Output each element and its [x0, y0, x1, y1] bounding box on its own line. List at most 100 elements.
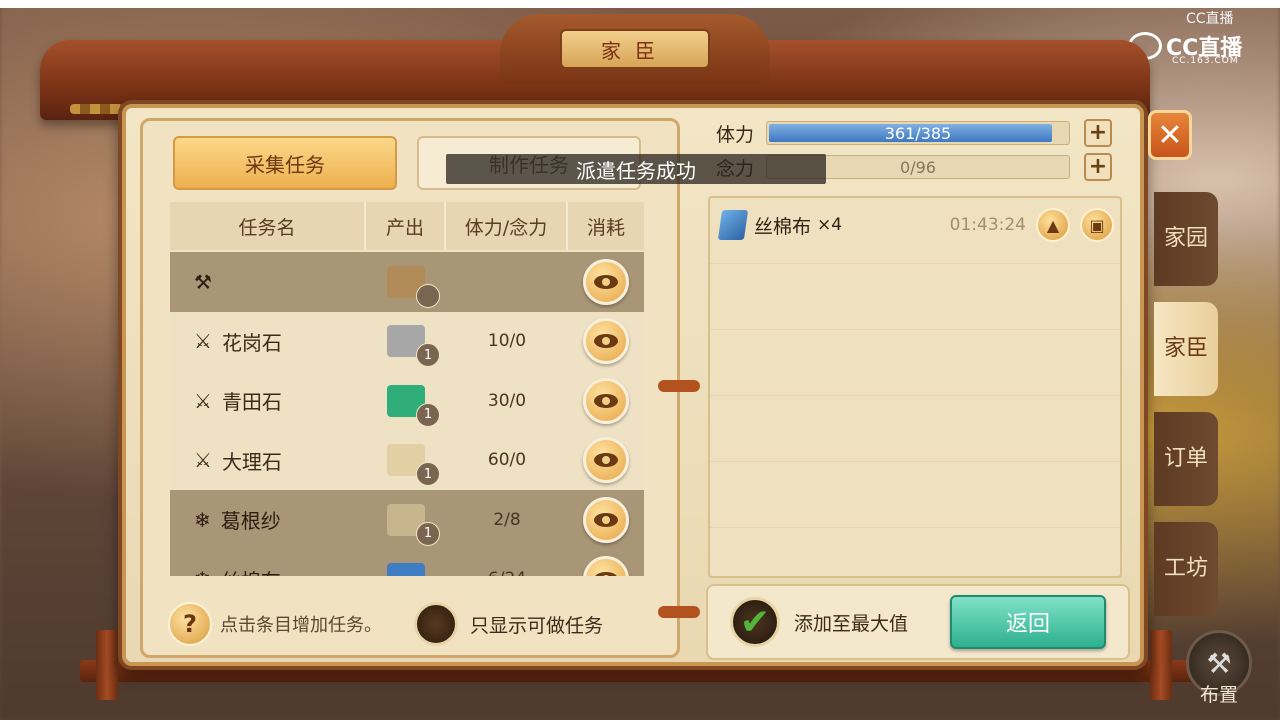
side-tab-retainers[interactable]: 家臣 — [1154, 302, 1218, 396]
task-name-cell: ⚔ 青田石 — [170, 386, 366, 415]
task-name: 大理石 — [221, 449, 282, 474]
side-tab-label: 家臣 — [1163, 336, 1208, 361]
cost-cell — [568, 318, 644, 365]
cost-cell — [568, 258, 644, 305]
cost-cell — [568, 556, 644, 576]
side-tab-label: 工坊 — [1163, 556, 1208, 581]
stamina-row: 体力 361/385 + — [708, 118, 1112, 148]
stamina-mind-cost: 2/8 — [493, 509, 521, 530]
arrow-up-icon: ▲ — [1046, 215, 1060, 235]
filter-label: 只显示可做任务 — [470, 614, 604, 637]
side-tab-home[interactable]: 家园 — [1154, 192, 1218, 286]
queue-item-timer: 01:43:24 — [949, 215, 1026, 235]
left-footer: ? 点击条目增加任务。 只显示可做任务 — [168, 600, 658, 648]
stamina-mind-cost: 10/0 — [487, 331, 527, 352]
cost-cell — [568, 437, 644, 484]
header-task-name: 任务名 — [170, 202, 366, 250]
output-count-badge — [416, 283, 440, 308]
header-stamina-mind: 体力/念力 — [446, 202, 568, 250]
watermark-url: CC.163.COM — [1172, 56, 1239, 66]
stamina-mind-cost: 6/24 — [446, 569, 568, 576]
stamina-label: 体力 — [716, 123, 755, 146]
max-label: 添加至最大值 — [794, 612, 909, 635]
table-row[interactable]: ⚒ — [170, 252, 644, 312]
output-count-badge: 1 — [416, 521, 440, 546]
side-tab-label: 家园 — [1163, 226, 1208, 251]
toast-message: 派遣任务成功 — [446, 154, 826, 184]
cost-cell — [568, 377, 644, 424]
close-button[interactable]: ✕ — [1148, 110, 1192, 160]
view-button[interactable] — [583, 318, 629, 365]
max-checkbox[interactable]: ✔ — [730, 597, 780, 647]
task-name: 花岗石 — [221, 330, 282, 355]
stamina-value: 361/385 — [884, 123, 952, 143]
output-cell: 1 — [366, 431, 446, 491]
pickaxe-icon: ⚔ — [194, 329, 212, 354]
stamina-mind-cost: 60/0 — [487, 450, 527, 471]
task-name-cell: ⚔ 大理石 — [170, 446, 366, 475]
task-name-cell: ⚒ — [170, 270, 366, 294]
view-button[interactable] — [583, 377, 629, 424]
anvil-icon: ⚒ — [194, 269, 212, 294]
output-cell — [366, 550, 446, 576]
output-cell: 1 — [366, 490, 446, 550]
side-tab-orders[interactable]: 订单 — [1154, 412, 1218, 506]
header-output: 产出 — [366, 202, 446, 250]
add-stamina-button[interactable]: + — [1084, 119, 1112, 147]
page-title: 家臣 — [560, 29, 710, 69]
queue-item-name: 丝棉布 — [754, 215, 812, 238]
output-cell: 1 — [366, 312, 446, 372]
table-row[interactable]: ⚔ 花岗石 1 10/0 — [170, 311, 644, 372]
eye-icon — [594, 393, 618, 408]
table-row[interactable]: ⚔ 青田石 1 30/0 — [170, 371, 644, 431]
help-button[interactable]: ? — [168, 602, 212, 646]
build-label: 布置 — [1200, 684, 1239, 706]
view-button[interactable] — [583, 258, 629, 305]
output-count-badge: 1 — [416, 402, 440, 427]
stamina-mind-cost: 30/0 — [487, 390, 527, 411]
stamina-bar: 361/385 — [766, 121, 1070, 145]
side-tab-label: 订单 — [1163, 446, 1208, 471]
queue-item-count: ×4 — [817, 215, 843, 235]
delete-task-button[interactable]: ▣ — [1080, 208, 1114, 242]
task-name-cell: ❄ 葛根纱 — [170, 505, 366, 534]
task-name: 葛根纱 — [220, 509, 281, 534]
panel-clasp — [658, 380, 700, 392]
trash-icon: ▣ — [1089, 215, 1105, 235]
tab-gather[interactable]: 采集任务 — [173, 136, 397, 190]
eye-icon — [594, 453, 618, 468]
task-rows: ⚒ ⚔ 花岗石 1 10/0 ⚔ 青田石 1 30/0 ⚔ 大理石 1 60/0 ❄ 葛根纱 1 2/8 ❄ 丝棉布… — [170, 252, 644, 576]
view-button[interactable] — [583, 437, 629, 484]
table-row[interactable]: ⚔ 大理石 1 60/0 — [170, 430, 644, 491]
pickaxe-icon: ⚔ — [194, 388, 212, 413]
view-button[interactable] — [583, 496, 629, 543]
queue-item: 丝棉布 ×4 01:43:24 ▲ ▣ — [710, 198, 1120, 252]
title-plaque: 家臣 — [500, 14, 770, 84]
priority-up-button[interactable]: ▲ — [1036, 208, 1070, 242]
eye-icon — [594, 274, 618, 289]
output-count-badge: 1 — [416, 462, 440, 486]
add-mind-button[interactable]: + — [1084, 153, 1112, 181]
eye-icon — [594, 572, 618, 576]
return-button[interactable]: 返回 — [950, 595, 1106, 649]
task-queue: 丝棉布 ×4 01:43:24 ▲ ▣ — [708, 196, 1122, 578]
side-tab-workshop[interactable]: 工坊 — [1154, 522, 1218, 616]
cost-cell — [568, 496, 644, 543]
left-post — [96, 630, 118, 700]
cloth-icon — [717, 210, 749, 240]
output-cell: 1 — [366, 371, 446, 431]
view-button[interactable] — [583, 556, 629, 576]
filter-toggle[interactable] — [414, 602, 458, 646]
right-footer: ✔ 添加至最大值 返回 — [706, 584, 1130, 660]
output-count-badge: 1 — [416, 343, 440, 367]
header-cost: 消耗 — [586, 216, 625, 239]
task-name: 丝棉布 — [221, 565, 281, 576]
spindle-icon: ❄ — [194, 507, 211, 532]
pickaxe-icon: ⚔ — [194, 448, 212, 473]
table-row[interactable]: ❄ 葛根纱 1 2/8 — [170, 490, 644, 550]
eye-icon — [594, 512, 618, 527]
top-strip — [0, 0, 1280, 8]
spindle-icon: ❄ — [194, 567, 211, 576]
right-post — [1150, 630, 1172, 700]
table-row[interactable]: ❄ 丝棉布 6/24 — [170, 549, 644, 576]
